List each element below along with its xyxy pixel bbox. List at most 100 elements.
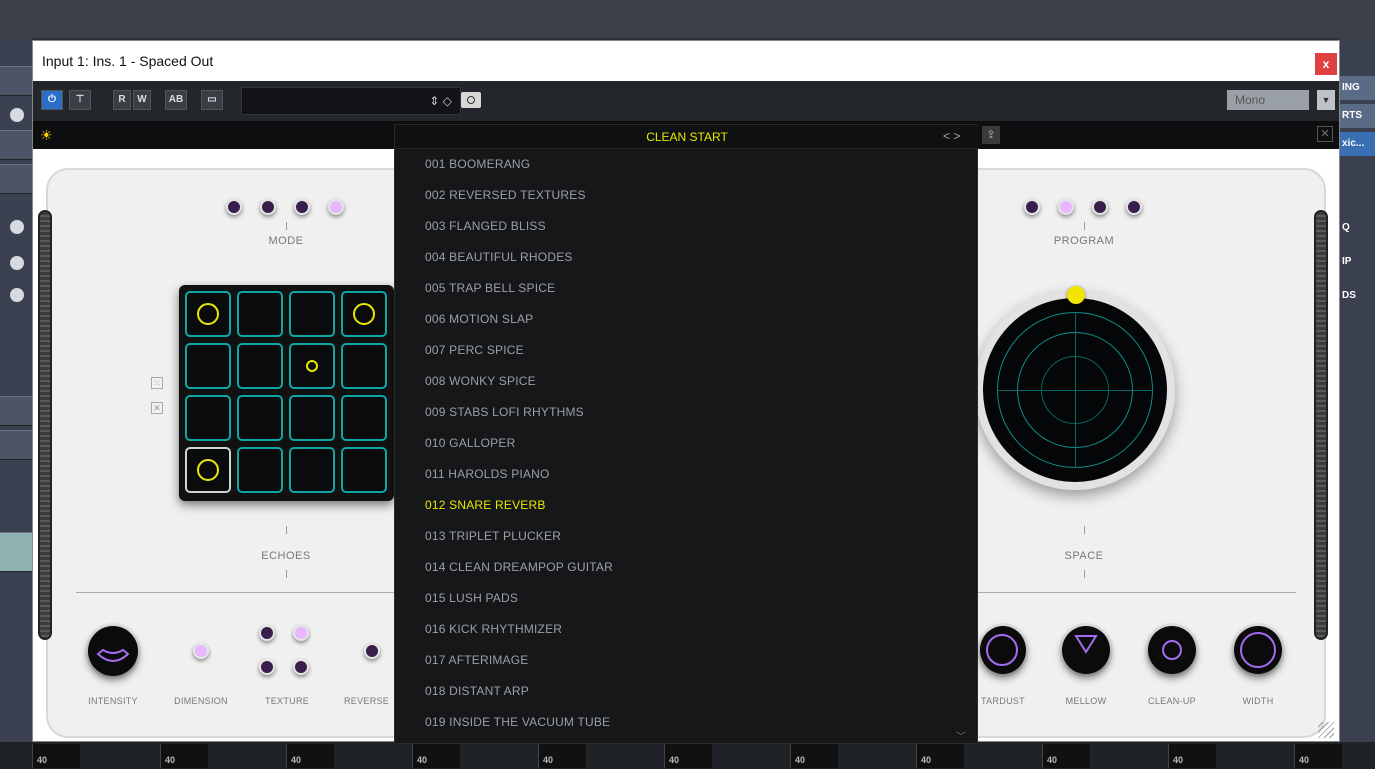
read-button[interactable]: R	[113, 90, 131, 110]
host-right-button[interactable]: xic...	[1340, 132, 1375, 156]
width-knob[interactable]	[1234, 626, 1282, 674]
host-left-bar[interactable]	[0, 396, 32, 426]
mellow-knob[interactable]	[1062, 626, 1110, 674]
preset-item[interactable]: 015 LUSH PADS	[425, 591, 518, 605]
host-left-bar[interactable]	[0, 164, 32, 194]
grid-cell[interactable]	[237, 291, 283, 337]
grid-cell[interactable]	[185, 291, 231, 337]
intensity-knob[interactable]	[88, 626, 138, 676]
host-left-dot[interactable]	[10, 220, 24, 234]
texture-dot[interactable]	[259, 659, 275, 675]
resize-grip-icon[interactable]	[1318, 722, 1334, 738]
preset-item[interactable]: 005 TRAP BELL SPICE	[425, 281, 555, 295]
close-button[interactable]: x	[1315, 53, 1337, 75]
host-left-dot[interactable]	[10, 256, 24, 270]
clear-icon[interactable]: ✕	[151, 402, 163, 414]
monitor-button[interactable]: ▭	[201, 90, 223, 110]
program-dot[interactable]	[1126, 199, 1142, 215]
titlebar[interactable]: Input 1: Ins. 1 - Spaced Out x	[33, 41, 1339, 81]
preset-item[interactable]: 011 HAROLDS PIANO	[425, 467, 550, 481]
grid-cell[interactable]	[237, 343, 283, 389]
plugin-close-icon[interactable]: ✕	[1317, 126, 1333, 142]
stardust-knob[interactable]	[980, 626, 1026, 674]
preset-item[interactable]: 017 AFTERIMAGE	[425, 653, 529, 667]
reverse-label: REVERSE	[344, 696, 390, 706]
program-dot[interactable]	[1024, 199, 1040, 215]
space-radar[interactable]	[975, 290, 1175, 490]
preset-item[interactable]: 002 REVERSED TEXTURES	[425, 188, 586, 202]
host-left-bar[interactable]	[0, 430, 32, 460]
camera-icon[interactable]	[461, 92, 481, 108]
scroll-down-icon[interactable]: ﹀	[956, 728, 966, 743]
grid-cell[interactable]	[185, 395, 231, 441]
program-dot[interactable]	[1058, 199, 1074, 215]
preset-item[interactable]: 010 GALLOPER	[425, 436, 515, 450]
preset-item[interactable]: 004 BEAUTIFUL RHODES	[425, 250, 573, 264]
host-right-button[interactable]: ING	[1340, 76, 1375, 100]
bypass-button[interactable]: ⊤	[69, 90, 91, 110]
radar-position-handle[interactable]	[1067, 286, 1085, 304]
sun-icon[interactable]: ☀	[40, 127, 53, 144]
host-left-bar[interactable]	[0, 130, 32, 160]
dimension-toggle[interactable]	[193, 643, 209, 659]
grid-cell[interactable]	[341, 395, 387, 441]
grid-cell[interactable]	[185, 447, 231, 493]
host-right-button[interactable]: Q	[1340, 216, 1375, 240]
mode-dot[interactable]	[294, 199, 310, 215]
host-left-bar[interactable]	[0, 66, 32, 96]
grid-cell[interactable]	[237, 447, 283, 493]
texture-dot[interactable]	[293, 625, 309, 641]
texture-label: TEXTURE	[264, 696, 310, 706]
reverse-toggle[interactable]	[364, 643, 380, 659]
host-right-button[interactable]: IP	[1340, 250, 1375, 274]
texture-dot[interactable]	[293, 659, 309, 675]
preset-item[interactable]: 019 INSIDE THE VACUUM TUBE	[425, 715, 610, 729]
power-icon: ⏻	[48, 94, 56, 105]
divider	[978, 592, 1296, 593]
mode-dot[interactable]	[226, 199, 242, 215]
preset-item[interactable]: 007 PERC SPICE	[425, 343, 524, 357]
preset-share-icon[interactable]: ⇪	[982, 126, 1000, 144]
host-left-dot[interactable]	[10, 288, 24, 302]
chevron-down-icon[interactable]: ▼	[1317, 90, 1335, 110]
grid-cell[interactable]	[185, 343, 231, 389]
grid-cell[interactable]	[237, 395, 283, 441]
grid-cell[interactable]	[289, 447, 335, 493]
host-fader[interactable]	[0, 532, 32, 572]
grid-cell[interactable]	[289, 343, 335, 389]
current-preset[interactable]: CLEAN START	[395, 130, 979, 144]
preset-item[interactable]: 001 BOOMERANG	[425, 157, 530, 171]
program-dot[interactable]	[1092, 199, 1108, 215]
channel-mode-select[interactable]: Mono	[1227, 90, 1309, 110]
randomize-icon[interactable]: ⁙	[151, 377, 163, 389]
preset-arrows[interactable]: ⇕ ◇	[429, 94, 452, 108]
clean-up-knob[interactable]	[1148, 626, 1196, 674]
preset-item[interactable]: 008 WONKY SPICE	[425, 374, 536, 388]
grid-cell[interactable]	[341, 447, 387, 493]
preset-item[interactable]: 018 DISTANT ARP	[425, 684, 529, 698]
grid-cell[interactable]	[341, 291, 387, 337]
mode-dot[interactable]	[328, 199, 344, 215]
grid-cell[interactable]	[289, 395, 335, 441]
preset-item[interactable]: 014 CLEAN DREAMPOP GUITAR	[425, 560, 613, 574]
preset-field[interactable]: ⇕ ◇	[241, 87, 461, 115]
preset-item[interactable]: 013 TRIPLET PLUCKER	[425, 529, 561, 543]
preset-item[interactable]: 006 MOTION SLAP	[425, 312, 533, 326]
host-meter: 40	[664, 744, 712, 768]
mode-dot[interactable]	[260, 199, 276, 215]
host-meter: 40	[916, 744, 964, 768]
host-left-dot[interactable]	[10, 108, 24, 122]
write-button[interactable]: W	[133, 90, 151, 110]
preset-item[interactable]: 009 STABS LOFI RHYTHMS	[425, 405, 584, 419]
grid-cell[interactable]	[341, 343, 387, 389]
power-button[interactable]: ⏻	[41, 90, 63, 110]
host-right-button[interactable]: DS	[1340, 284, 1375, 308]
host-right-button[interactable]: RTS	[1340, 104, 1375, 128]
compare-button[interactable]: AB	[165, 90, 187, 110]
texture-dot[interactable]	[259, 625, 275, 641]
preset-item[interactable]: 016 KICK RHYTHMIZER	[425, 622, 562, 636]
grid-cell[interactable]	[289, 291, 335, 337]
preset-item[interactable]: 012 SNARE REVERB	[425, 498, 546, 512]
preset-item[interactable]: 003 FLANGED BLISS	[425, 219, 546, 233]
preset-nav-arrows[interactable]: < >	[943, 129, 960, 143]
